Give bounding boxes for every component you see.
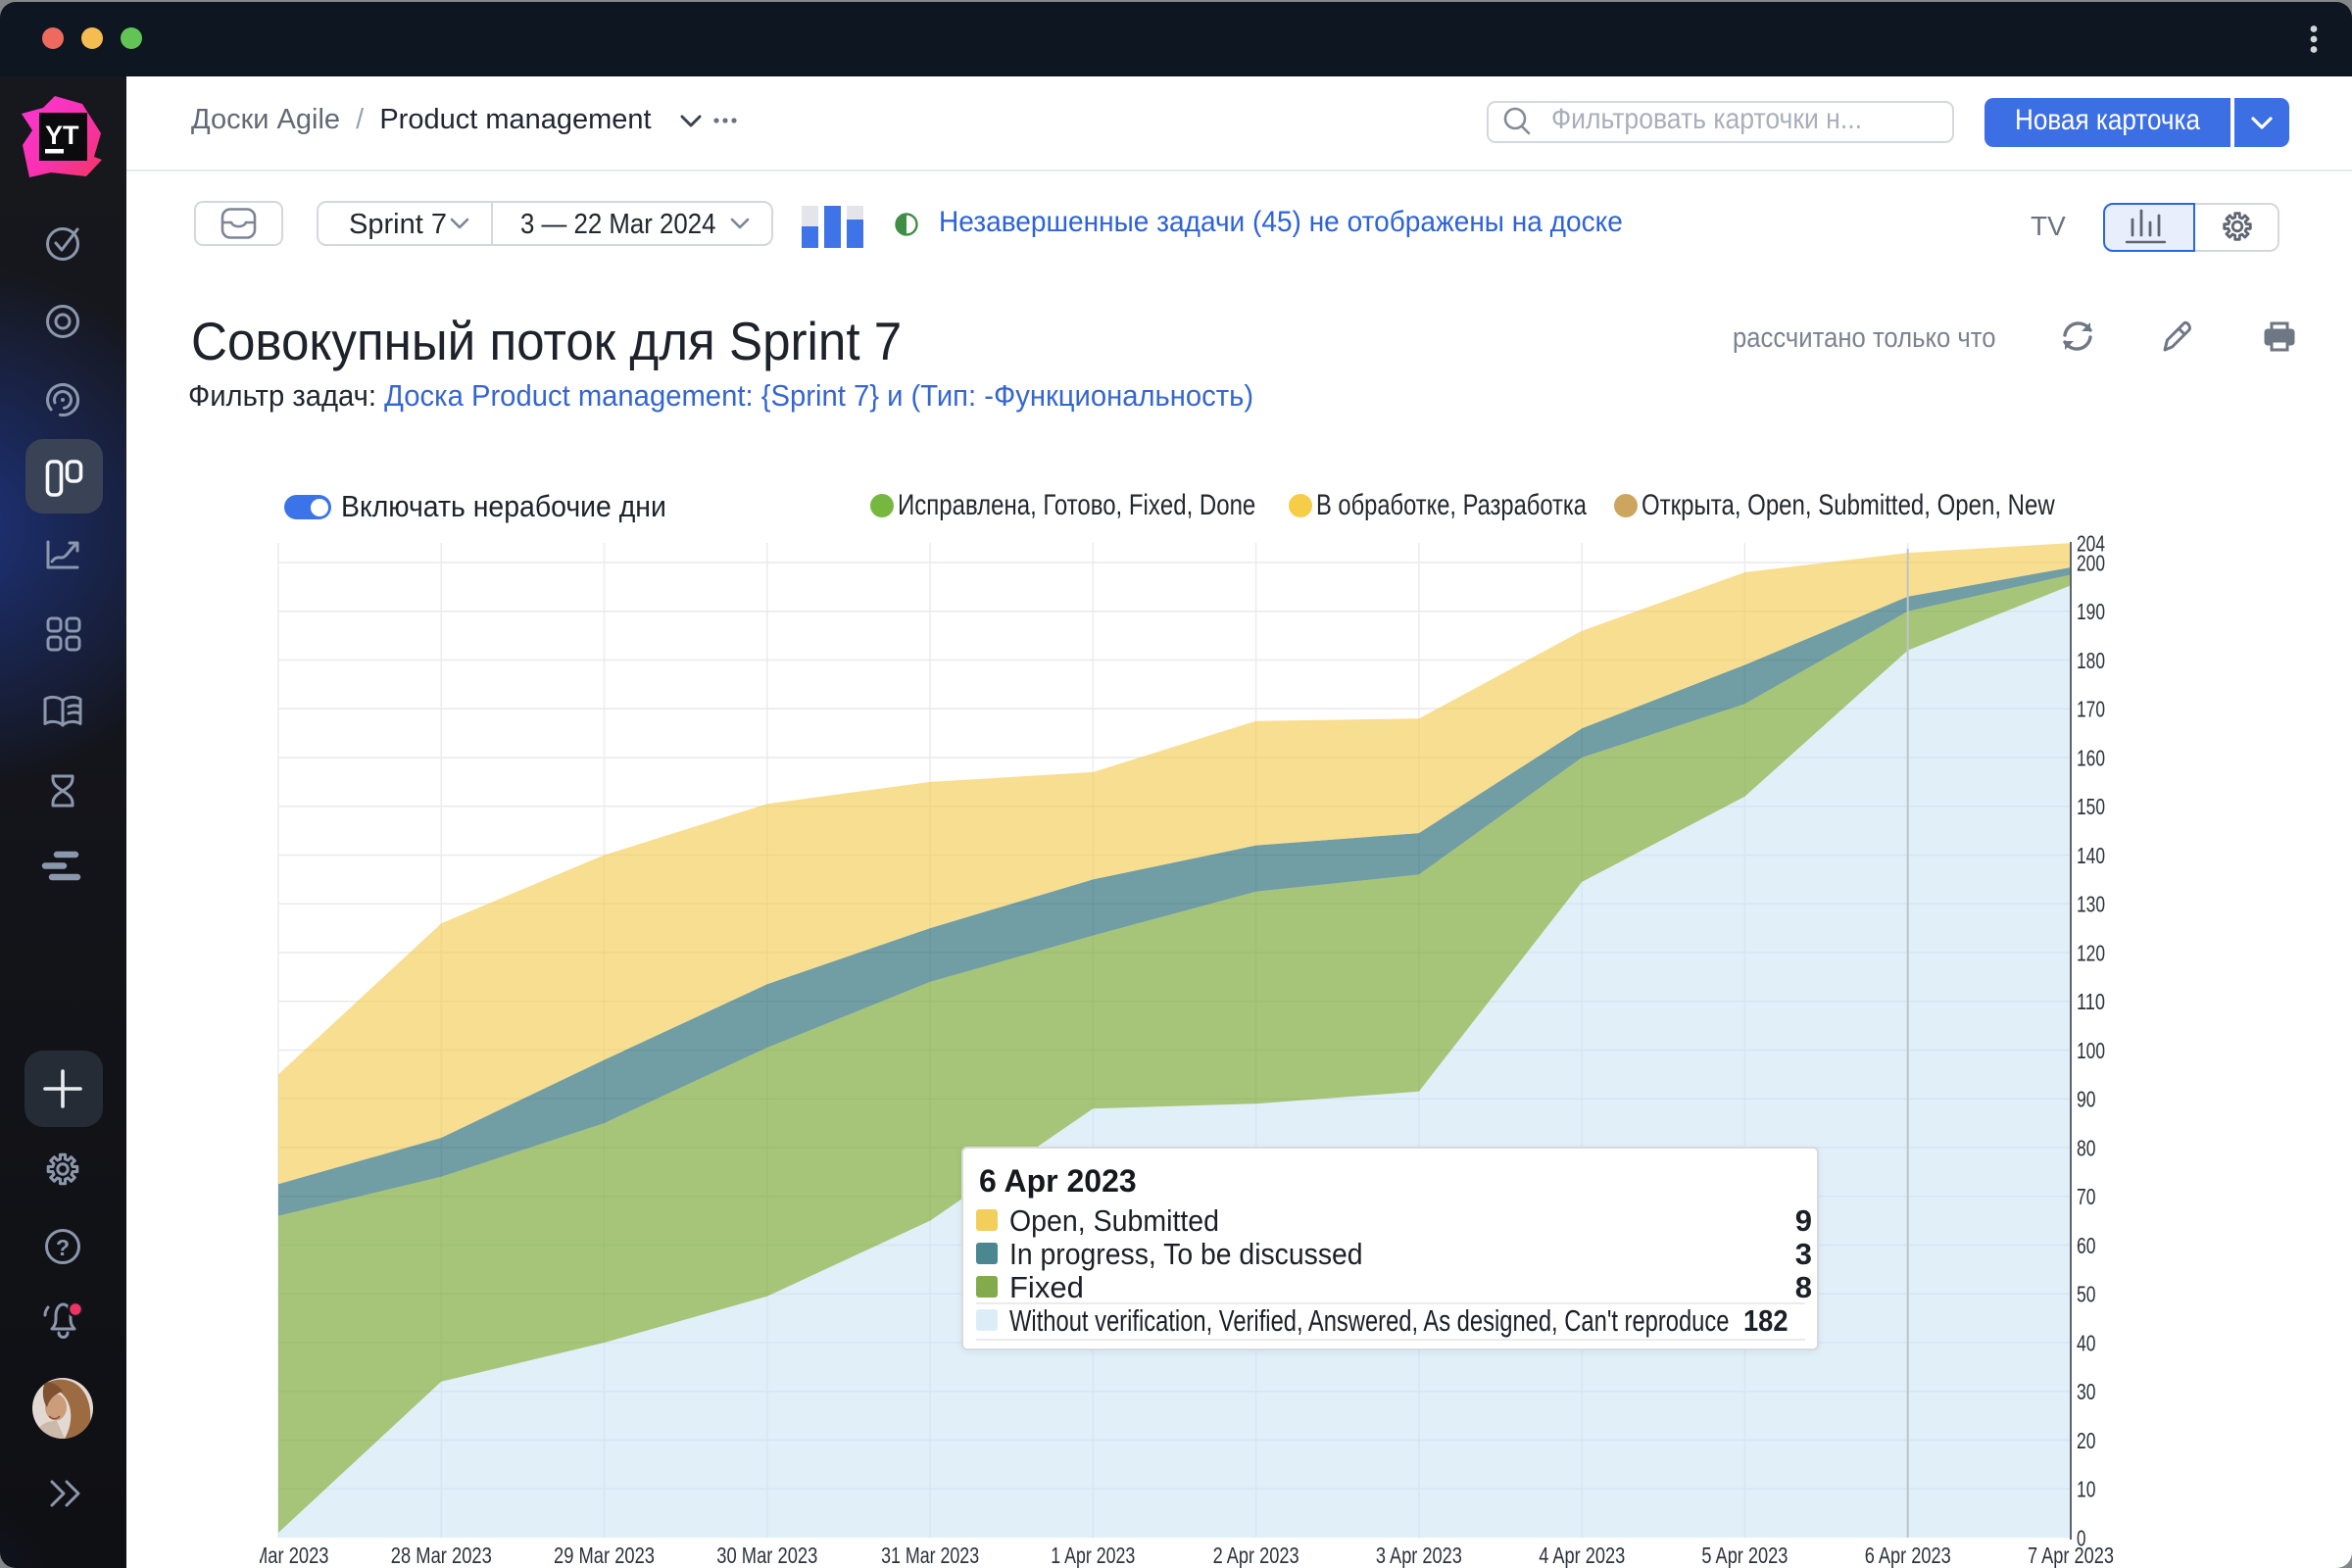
svg-text:31 Mar 2023: 31 Mar 2023 (881, 1543, 979, 1568)
svg-text:YT: YT (45, 121, 79, 150)
svg-text:60: 60 (2077, 1233, 2096, 1258)
svg-text:1 Apr 2023: 1 Apr 2023 (1051, 1543, 1135, 1568)
svg-text:130: 130 (2077, 892, 2105, 917)
svg-text:200: 200 (2077, 550, 2105, 575)
svg-text:180: 180 (2077, 648, 2105, 673)
svg-text:40: 40 (2077, 1330, 2096, 1355)
svg-text:4 Apr 2023: 4 Apr 2023 (1539, 1543, 1625, 1568)
svg-text:150: 150 (2077, 794, 2105, 819)
svg-text:?: ? (56, 1235, 70, 1260)
svg-text:120: 120 (2077, 940, 2105, 965)
svg-text:7 Apr 2023: 7 Apr 2023 (2028, 1543, 2114, 1568)
svg-text:30 Mar 2023: 30 Mar 2023 (716, 1543, 817, 1568)
svg-text:100: 100 (2077, 1038, 2105, 1063)
svg-text:20: 20 (2077, 1428, 2096, 1453)
svg-text:27 Mar 2023: 27 Mar 2023 (260, 1543, 329, 1568)
svg-text:2 Apr 2023: 2 Apr 2023 (1213, 1543, 1299, 1568)
svg-text:5 Apr 2023: 5 Apr 2023 (1701, 1543, 1788, 1568)
svg-text:90: 90 (2077, 1087, 2096, 1112)
svg-text:70: 70 (2077, 1184, 2096, 1209)
svg-text:6 Apr 2023: 6 Apr 2023 (1865, 1543, 1951, 1568)
svg-text:10: 10 (2077, 1477, 2096, 1502)
svg-text:190: 190 (2077, 599, 2105, 624)
svg-text:110: 110 (2077, 989, 2105, 1014)
svg-text:29 Mar 2023: 29 Mar 2023 (554, 1543, 655, 1568)
svg-text:30: 30 (2077, 1379, 2096, 1404)
svg-text:160: 160 (2077, 745, 2105, 770)
svg-text:170: 170 (2077, 697, 2105, 722)
svg-text:28 Mar 2023: 28 Mar 2023 (391, 1543, 492, 1568)
svg-text:3 Apr 2023: 3 Apr 2023 (1376, 1543, 1462, 1568)
svg-text:80: 80 (2077, 1135, 2096, 1160)
svg-text:140: 140 (2077, 843, 2105, 868)
svg-text:50: 50 (2077, 1282, 2096, 1307)
